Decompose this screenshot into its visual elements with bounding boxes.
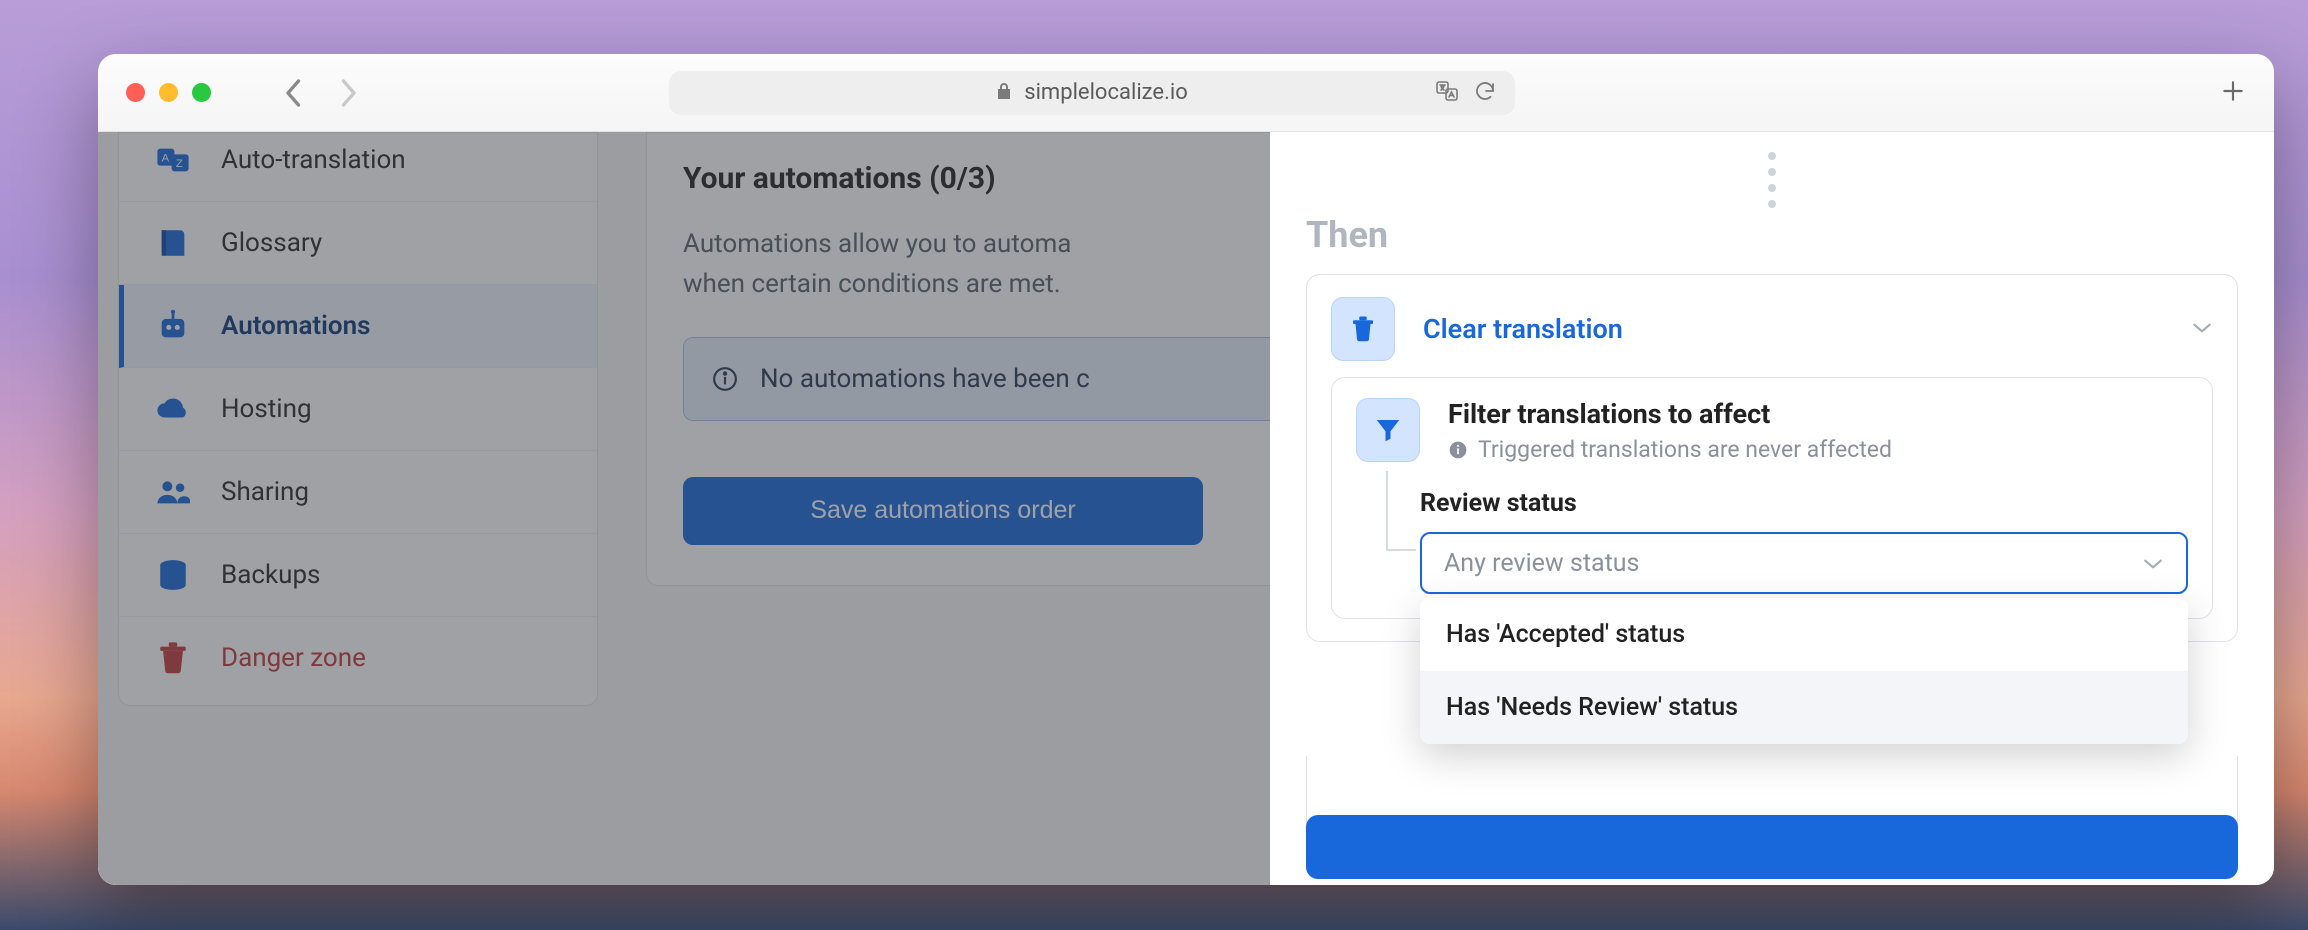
minimize-window[interactable] — [159, 83, 178, 102]
reload-icon[interactable] — [1473, 79, 1497, 107]
then-card: Clear translation Filter translations to… — [1306, 274, 2238, 642]
translate-icon[interactable] — [1435, 79, 1459, 107]
filter-title: Filter translations to affect — [1448, 398, 2188, 430]
lock-icon — [996, 81, 1012, 105]
url-text: simplelocalize.io — [1024, 80, 1188, 105]
maximize-window[interactable] — [192, 83, 211, 102]
action-clear-translation[interactable]: Clear translation — [1331, 297, 2213, 361]
dropdown-option-accepted[interactable]: Has 'Accepted' status — [1420, 598, 2188, 671]
safari-window: simplelocalize.io AZ Auto- — [98, 54, 2274, 885]
then-section-label: Then — [1306, 214, 2238, 256]
automation-editor-popover: Then Clear translation — [1270, 132, 2274, 885]
filter-block: Filter translations to affect Triggered … — [1331, 377, 2213, 619]
drag-handle-icon[interactable] — [1768, 152, 1776, 208]
filter-icon — [1356, 398, 1420, 462]
content-area: AZ Auto-translation Glossary Automations — [98, 132, 2274, 885]
review-status-dropdown: Has 'Accepted' status Has 'Needs Review'… — [1420, 598, 2188, 744]
filter-subtitle: Triggered translations are never affecte… — [1478, 436, 1892, 463]
tree-connector — [1356, 471, 1420, 594]
chevron-down-icon — [2142, 549, 2164, 578]
info-icon — [1448, 440, 1468, 460]
forward-button[interactable] — [337, 78, 359, 108]
review-status-select[interactable]: Any review status Has 'Accepted' status … — [1420, 532, 2188, 594]
dropdown-option-needs-review[interactable]: Has 'Needs Review' status — [1420, 671, 2188, 744]
traffic-lights — [126, 83, 211, 102]
select-placeholder: Any review status — [1444, 549, 1639, 578]
chevron-down-icon — [2191, 320, 2213, 339]
action-title: Clear translation — [1423, 313, 2163, 345]
trash-icon — [1331, 297, 1395, 361]
new-tab-button[interactable] — [2220, 78, 2246, 108]
back-button[interactable] — [283, 78, 305, 108]
address-bar[interactable]: simplelocalize.io — [669, 71, 1515, 115]
close-window[interactable] — [126, 83, 145, 102]
review-status-label: Review status — [1420, 489, 2188, 518]
primary-action-bar[interactable] — [1306, 815, 2238, 879]
titlebar: simplelocalize.io — [98, 54, 2274, 132]
